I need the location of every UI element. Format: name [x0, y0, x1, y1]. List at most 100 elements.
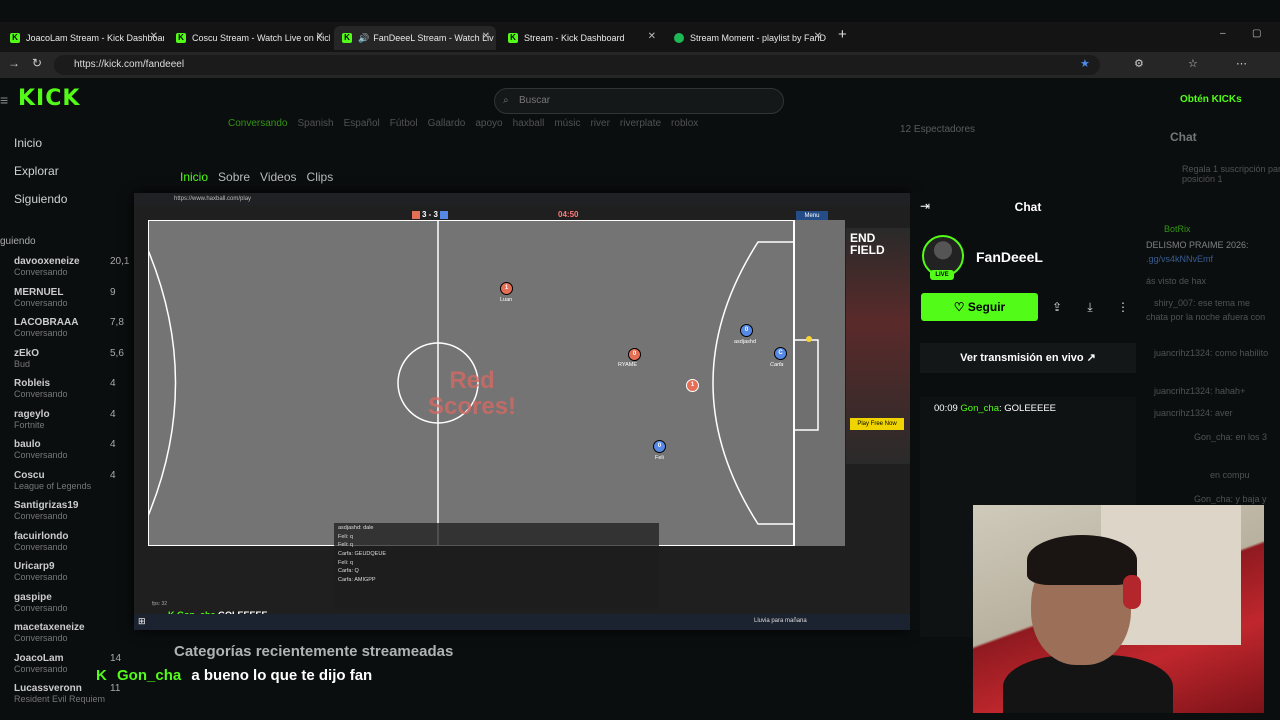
bg-chat-line: chata por la noche afuera con — [1146, 312, 1266, 322]
speaker-icon[interactable]: 🔊 — [358, 33, 369, 44]
subnav-sobre[interactable]: Sobre — [218, 170, 250, 184]
tag[interactable]: Español — [344, 118, 380, 129]
following-name: zEkO — [14, 347, 40, 359]
tag[interactable]: Gallardo — [428, 118, 466, 129]
nav-explorar[interactable]: Explorar — [14, 164, 59, 178]
url-input[interactable]: https://kick.com/fandeeel — [54, 55, 1100, 75]
bg-chat-line: Regala 1 suscripción para tomar la — [1182, 164, 1280, 174]
following-item[interactable]: facuirlondo Conversando — [14, 531, 68, 552]
player-red: 0 — [628, 348, 641, 361]
following-name: Uricarp9 — [14, 561, 55, 572]
player-name: Feli — [655, 455, 664, 461]
tag[interactable]: apoyo — [475, 118, 502, 129]
following-item[interactable]: macetaxeneize Conversando — [14, 622, 85, 643]
ball-icon — [806, 336, 812, 342]
follow-label: Seguir — [967, 300, 1006, 314]
tag[interactable]: riverplate — [620, 118, 661, 129]
tag[interactable]: Spanish — [297, 118, 333, 129]
following-item[interactable]: Lucassveronn Resident Evil Requiem 11 — [14, 683, 120, 704]
tag[interactable]: Conversando — [228, 118, 287, 129]
chat-text: GOLEEEEE — [1004, 403, 1057, 414]
following-game: Conversando — [14, 633, 68, 643]
following-item[interactable]: Uricarp9 Conversando — [14, 561, 68, 582]
extensions-icon[interactable]: ⚙ — [1134, 57, 1144, 70]
close-icon[interactable]: ✕ — [814, 31, 822, 42]
tab-dashboard[interactable]: K Stream - Kick Dashboard ✕ — [500, 26, 662, 50]
following-viewers: 4 — [110, 408, 116, 420]
search-placeholder: Buscar — [519, 95, 551, 106]
subnav-videos[interactable]: Videos — [260, 170, 296, 184]
nav-inicio[interactable]: Inicio — [14, 136, 42, 150]
following-item[interactable]: gaspipe Conversando — [14, 592, 68, 613]
download-icon[interactable]: ⤓ — [1076, 293, 1104, 321]
following-viewers: 5,6 — [110, 347, 124, 359]
tab-fandeeel[interactable]: K 🔊 FanDeeeL Stream - Watch Liv ✕ — [334, 26, 496, 50]
game-url[interactable]: https://www.haxball.com/play — [174, 196, 251, 202]
following-item[interactable]: MERNUEL Conversando 9 — [14, 287, 116, 308]
following-name: davooxeneize — [14, 256, 80, 267]
chat-user[interactable]: Gon_cha — [960, 403, 999, 414]
following-item[interactable]: JoacoLam Conversando 14 — [14, 653, 121, 674]
new-tab-button[interactable]: + — [838, 26, 847, 43]
menu-icon[interactable]: ≡ — [0, 92, 8, 108]
score-red: 3 — [421, 210, 427, 219]
bg-chat-line: juancrihz1324: hahah+ — [1154, 386, 1246, 396]
favorite-star-icon[interactable]: ★ — [1080, 57, 1090, 70]
following-item[interactable]: davooxeneize Conversando 20,1 — [14, 256, 129, 277]
ad-play-button[interactable]: Play Free Now — [850, 418, 904, 430]
following-game: Conversando — [14, 663, 68, 674]
more-options-icon[interactable]: ⋮ — [1109, 293, 1137, 321]
live-badge: LIVE — [930, 270, 954, 280]
overlay-chat-user: Gon_cha — [117, 667, 182, 684]
kick-logo[interactable]: KICK — [18, 86, 80, 111]
following-game: Conversando — [14, 328, 68, 338]
following-item[interactable]: zEkO Bud 5,6 — [14, 347, 124, 369]
watch-live-button[interactable]: Ver transmisión en vivo ↗ — [920, 343, 1136, 373]
following-item[interactable]: LACOBRAAA Conversando 7,8 — [14, 317, 124, 338]
following-game: League of Legends — [14, 480, 92, 491]
favorites-icon[interactable]: ☆ — [1188, 57, 1198, 70]
external-link-icon: ↗ — [1086, 352, 1096, 364]
tag[interactable]: river — [590, 118, 609, 129]
following-viewers: 11 — [110, 683, 121, 694]
player-name: Luan — [500, 297, 513, 303]
tag[interactable]: Fútbol — [390, 118, 418, 129]
streamer-name[interactable]: FanDeeeL — [976, 249, 1043, 265]
player-name: RYAME — [618, 362, 638, 368]
following-item[interactable]: Coscu League of Legends 4 — [14, 470, 116, 491]
search-input[interactable]: ⌕ Buscar — [494, 88, 784, 114]
tab-coscu[interactable]: K Coscu Stream - Watch Live on Kick ✕ — [168, 26, 330, 50]
maximize-icon[interactable]: ▢ — [1252, 28, 1261, 39]
tab-spotify[interactable]: Stream Moment - playlist by FanD ✕ — [666, 26, 828, 50]
nav-siguiendo[interactable]: Siguiendo — [14, 192, 67, 206]
more-icon[interactable]: ⋯ — [1236, 57, 1247, 70]
tab-joacolam[interactable]: K JoacoLam Stream - Kick Dashboard ✕ — [2, 26, 164, 50]
subnav-clips[interactable]: Clips — [307, 170, 334, 184]
follow-button[interactable]: ♡ Seguir — [921, 293, 1038, 321]
kick-icon: K — [342, 33, 352, 43]
close-icon[interactable]: ✕ — [316, 31, 324, 42]
following-item[interactable]: Santigrizas19 Conversando — [14, 500, 78, 521]
get-kicks-button[interactable]: Obtén KICKs — [1160, 90, 1260, 110]
tag[interactable]: músic — [554, 118, 580, 129]
fps-counter: fps: 32 — [152, 601, 168, 607]
bg-chat-line: BotRix — [1164, 224, 1191, 234]
windows-icon[interactable]: ⊞ — [138, 616, 146, 627]
forward-icon[interactable]: → — [8, 56, 20, 70]
close-icon[interactable]: ✕ — [150, 31, 158, 42]
player-blue: 0 — [653, 440, 666, 453]
close-icon[interactable]: ✕ — [648, 31, 656, 42]
following-item[interactable]: rageylo Fortnite 4 — [14, 409, 116, 430]
minimize-icon[interactable]: – — [1220, 28, 1226, 39]
tag[interactable]: roblox — [671, 118, 698, 129]
following-game: Conversando — [14, 297, 68, 308]
game-timer: 04:50 — [558, 210, 579, 219]
following-item[interactable]: Robleis Conversando 4 — [14, 378, 116, 399]
share-icon[interactable]: ⇪ — [1043, 293, 1071, 321]
subnav-inicio[interactable]: Inicio — [180, 170, 208, 184]
webcam-feed — [973, 505, 1264, 713]
following-item[interactable]: baulo Conversando 4 — [14, 439, 116, 460]
tag[interactable]: haxball — [513, 118, 545, 129]
reload-icon[interactable]: ↻ — [32, 56, 42, 70]
close-icon[interactable]: ✕ — [482, 31, 490, 42]
